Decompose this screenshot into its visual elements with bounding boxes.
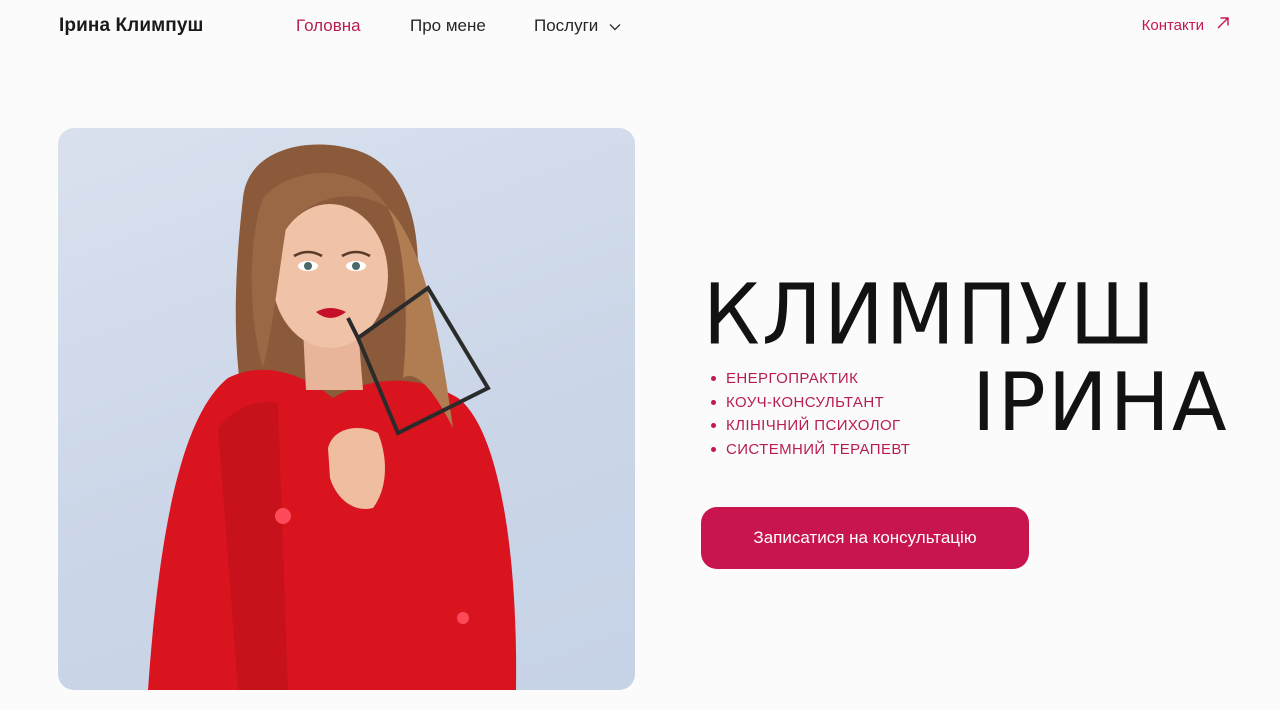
hero-title-surname: КЛИМПУШ — [703, 265, 1158, 364]
contacts-link[interactable]: Контакти — [1142, 16, 1230, 34]
contacts-label: Контакти — [1141, 16, 1204, 34]
roles-list: ЕНЕРГОПРАКТИК КОУЧ-КОНСУЛЬТАНТ КЛІНІЧНИЙ… — [711, 367, 910, 461]
nav-services-label: Послуги — [534, 16, 599, 35]
bullet-dot-icon — [711, 399, 716, 405]
nav-about[interactable]: Про мене — [410, 16, 486, 36]
site-header: Ірина Климпуш Головна Про мене Послуги К… — [0, 0, 1280, 52]
chevron-down-icon — [608, 19, 622, 33]
list-item: СИСТЕМНИЙ ТЕРАПЕВТ — [711, 438, 910, 462]
bullet-dot-icon — [711, 376, 716, 382]
bullet-dot-icon — [711, 423, 716, 429]
list-item: ЕНЕРГОПРАКТИК — [711, 367, 910, 391]
bullet-dot-icon — [711, 446, 716, 452]
hero-title-name: ІРИНА — [972, 356, 1229, 449]
book-consultation-button[interactable]: Записатися на консультацію — [701, 507, 1029, 569]
list-item: КЛІНІЧНИЙ ПСИХОЛОГ — [711, 414, 910, 438]
brand-logo[interactable]: Ірина Климпуш — [59, 15, 203, 37]
arrow-up-right-icon — [1216, 16, 1230, 34]
portrait-photo — [58, 128, 635, 690]
nav-home[interactable]: Головна — [296, 16, 361, 36]
list-item: КОУЧ-КОНСУЛЬТАНТ — [711, 391, 910, 415]
nav-services[interactable]: Послуги — [534, 16, 622, 36]
